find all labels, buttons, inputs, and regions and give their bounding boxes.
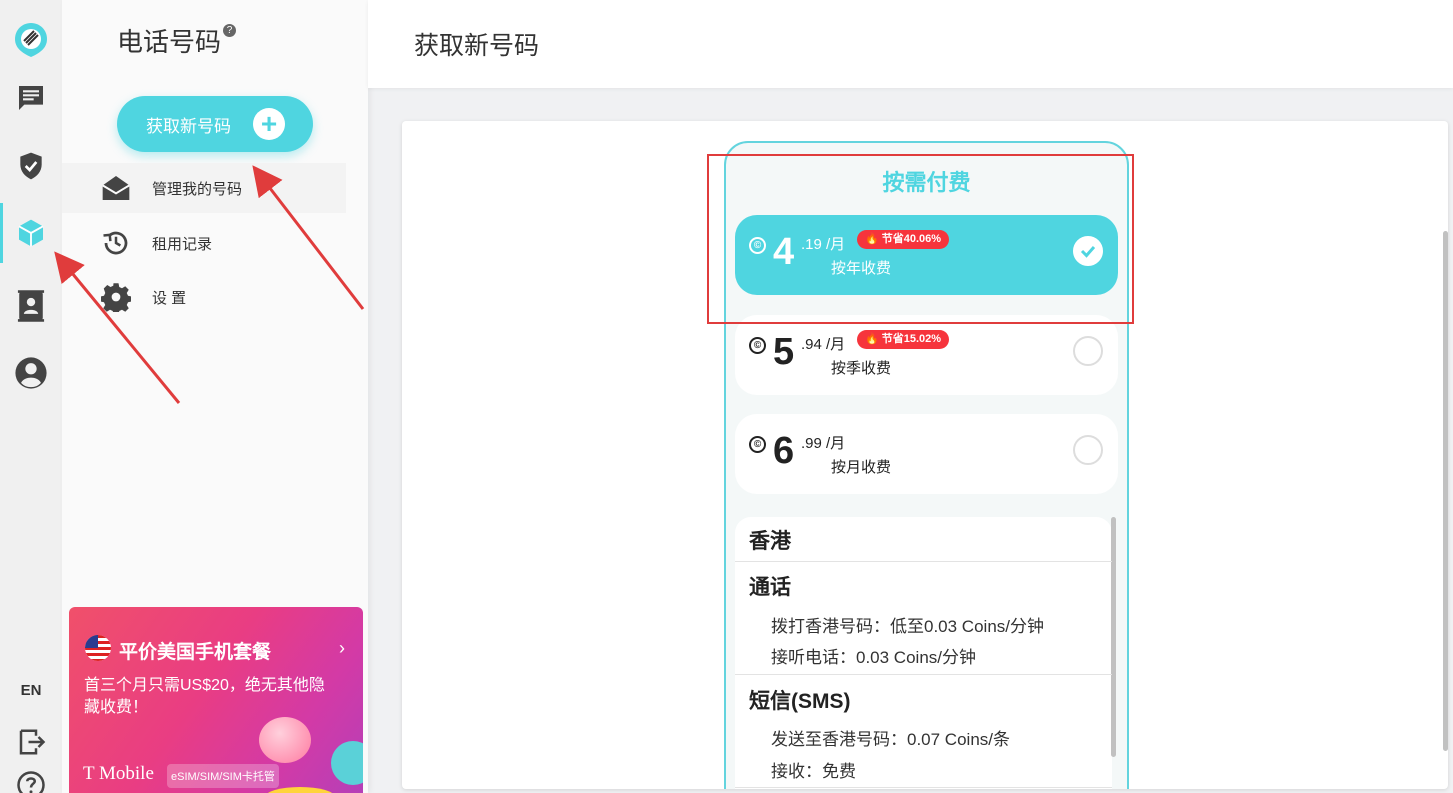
promo-banner[interactable]: 平价美国手机套餐 › 首三个月只需US$20，绝无其他隐藏收费！ T Mobil… bbox=[69, 607, 363, 793]
promo-brand: T Mobile bbox=[83, 763, 154, 784]
plan-option-monthly[interactable]: © 6 .99 /月 按月收费 bbox=[735, 414, 1118, 494]
history-icon bbox=[100, 227, 132, 259]
info-scrollbar[interactable] bbox=[1111, 517, 1116, 757]
sms-heading: 短信(SMS) bbox=[749, 690, 851, 713]
plus-icon: + bbox=[253, 108, 285, 140]
plan-label: 按季收费 bbox=[831, 360, 892, 377]
discount-badge: 🔥 节省15.02% bbox=[857, 330, 950, 349]
sms-out-rate: 发送至香港号码：0.07 Coins/条 bbox=[771, 730, 1010, 749]
help-badge-icon[interactable]: ? bbox=[223, 24, 237, 37]
us-flag-icon bbox=[85, 635, 111, 661]
call-heading: 通话 bbox=[749, 576, 791, 599]
contacts-icon[interactable] bbox=[0, 276, 62, 336]
shield-icon[interactable] bbox=[0, 136, 62, 196]
icon-rail: EN bbox=[0, 0, 62, 793]
highlight-box bbox=[707, 154, 1134, 324]
radio-button[interactable] bbox=[1073, 336, 1103, 366]
account-icon[interactable] bbox=[0, 343, 62, 403]
sidebar-item-settings[interactable]: 设 置 bbox=[84, 272, 368, 322]
sms-in-rate: 接收：免费 bbox=[771, 762, 856, 781]
call-out-rate: 拨打香港号码：低至0.03 Coins/分钟 bbox=[771, 617, 1044, 636]
page-title: 获取新号码 bbox=[414, 32, 540, 60]
phone-call-icon bbox=[331, 741, 363, 785]
get-new-number-label: 获取新号码 bbox=[146, 116, 231, 136]
divider bbox=[735, 787, 1112, 788]
sidebar-item-rental-history[interactable]: 租用记录 bbox=[84, 218, 368, 268]
sidebar-item-label: 管理我的号码 bbox=[152, 180, 243, 198]
sidebar-item-label: 租用记录 bbox=[152, 235, 213, 253]
chevron-right-icon: › bbox=[339, 638, 345, 658]
envelope-open-icon bbox=[100, 172, 132, 204]
discount-text: 节省15.02% bbox=[881, 333, 942, 345]
rate-info: 香港 通话 拨打香港号码：低至0.03 Coins/分钟 接听电话：0.03 C… bbox=[735, 517, 1116, 789]
promo-title: 平价美国手机套餐 bbox=[119, 642, 272, 663]
divider bbox=[735, 561, 1112, 562]
help-icon[interactable] bbox=[0, 755, 62, 793]
divider bbox=[735, 674, 1112, 675]
page-scrollbar[interactable] bbox=[1443, 231, 1448, 751]
sidebar-title-text: 电话号码 bbox=[117, 27, 222, 57]
page-header: 获取新号码 bbox=[368, 0, 1453, 88]
promo-tag: eSIM/SIM/SIM卡托管 bbox=[167, 764, 279, 788]
plan-option-quarterly[interactable]: © 5 .94 /月 🔥 节省15.02% 按季收费 bbox=[735, 315, 1118, 395]
plan-price-int: 5 bbox=[773, 331, 795, 373]
plan-price-dec: .94 /月 bbox=[801, 336, 846, 353]
promo-description: 首三个月只需US$20，绝无其他隐藏收费！ bbox=[84, 677, 325, 716]
get-new-number-button[interactable]: 获取新号码 + bbox=[117, 96, 313, 152]
radio-button[interactable] bbox=[1073, 435, 1103, 465]
region-heading: 香港 bbox=[749, 530, 791, 553]
sidebar-title: 电话号码? bbox=[117, 22, 237, 59]
box-icon[interactable] bbox=[0, 203, 62, 263]
coin-icon: © bbox=[749, 337, 766, 354]
coin-icon: © bbox=[749, 436, 766, 453]
messages-icon[interactable] bbox=[0, 68, 62, 128]
chat-bubble-icon bbox=[259, 717, 311, 763]
call-in-rate: 接听电话：0.03 Coins/分钟 bbox=[771, 648, 976, 667]
plan-price-int: 6 bbox=[773, 430, 795, 472]
sidebar-item-manage-numbers[interactable]: 管理我的号码 bbox=[62, 163, 346, 213]
plan-price-dec: .99 /月 bbox=[801, 435, 846, 452]
sidebar-item-label: 设 置 bbox=[152, 289, 187, 307]
app-logo-icon[interactable] bbox=[0, 10, 62, 70]
language-toggle[interactable]: EN bbox=[0, 682, 62, 699]
gear-icon bbox=[100, 281, 132, 313]
plan-label: 按月收费 bbox=[831, 459, 892, 476]
